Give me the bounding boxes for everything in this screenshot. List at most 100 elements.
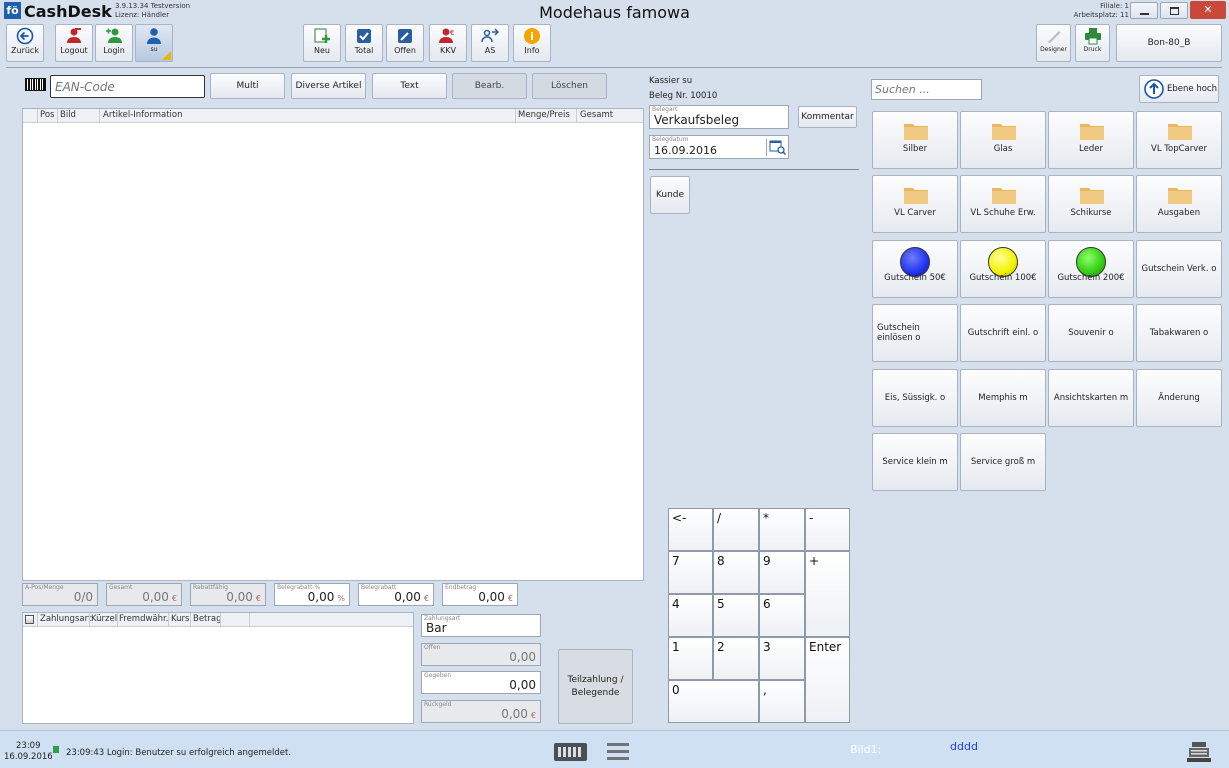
customer-button[interactable]: Kunde: [650, 176, 690, 214]
endbetrag-field[interactable]: Endbetrag 0,00 €: [442, 583, 518, 606]
numpad-8[interactable]: 8: [713, 551, 759, 594]
header-sep: [576, 109, 577, 122]
multi-button[interactable]: Multi: [210, 73, 285, 99]
edit-label: Bearb.: [474, 81, 505, 91]
print-button[interactable]: Druck: [1075, 24, 1110, 62]
keyboard-icon[interactable]: [554, 743, 587, 761]
catalog-search-input[interactable]: [871, 79, 982, 100]
as-button[interactable]: AS: [471, 24, 509, 62]
numpad-2[interactable]: 2: [713, 637, 759, 680]
numpad-backspace[interactable]: <-: [668, 508, 713, 551]
folder-icon: [1080, 186, 1104, 204]
info-button[interactable]: i Info: [513, 24, 551, 62]
kkv-button[interactable]: € KKV: [429, 24, 467, 62]
header-sep: [515, 109, 516, 122]
numpad-5[interactable]: 5: [713, 594, 759, 637]
minimize-button[interactable]: [1130, 2, 1158, 19]
tile-gutschein-einloesen[interactable]: Gutschein einlösen o: [872, 304, 958, 362]
tile-vl-schuhe[interactable]: VL Schuhe Erw.: [960, 175, 1046, 233]
rueckgeld-value-wrap: 0,00 €: [501, 707, 536, 721]
menu-icon[interactable]: [607, 743, 629, 761]
comment-button[interactable]: Kommentar: [798, 106, 857, 128]
numpad-7[interactable]: 7: [668, 551, 713, 594]
payment-table-icon: [25, 615, 34, 624]
login-button[interactable]: Login: [95, 24, 133, 62]
tile-service-klein[interactable]: Service klein m: [872, 433, 958, 491]
tile-service-gross[interactable]: Service groß m: [960, 433, 1046, 491]
partial-payment-button[interactable]: Teilzahlung / Belegende: [558, 649, 633, 724]
col-pos: Pos: [40, 110, 55, 120]
text-button[interactable]: Text: [372, 73, 447, 99]
bon-button[interactable]: Bon-80_B: [1116, 24, 1222, 62]
tile-gutschein-50[interactable]: Gutschein 50€: [872, 240, 958, 298]
logout-button[interactable]: Logout: [55, 24, 93, 62]
tile-gutschein-verk[interactable]: Gutschein Verk. o: [1136, 240, 1222, 298]
level-up-button[interactable]: Ebene hoch: [1139, 75, 1219, 103]
tile-vl-carver[interactable]: VL Carver: [872, 175, 958, 233]
tile-vl-topcarver[interactable]: VL TopCarver: [1136, 111, 1222, 169]
calendar-search-icon[interactable]: [766, 139, 787, 156]
zahlungsart-field[interactable]: Zahlungsart Bar: [421, 614, 541, 637]
tile-label: VL TopCarver: [1151, 144, 1207, 154]
tile-gutschein-200[interactable]: Gutschein 200€: [1048, 240, 1134, 298]
new-button[interactable]: Neu: [303, 24, 341, 62]
numpad-1[interactable]: 1: [668, 637, 713, 680]
delete-button[interactable]: Löschen: [532, 73, 607, 99]
tile-eis[interactable]: Eis, Süssigk. o: [872, 369, 958, 427]
col-article-info: Artikel-Information: [103, 110, 183, 120]
tile-tabakwaren[interactable]: Tabakwaren o: [1136, 304, 1222, 362]
numpad-6-label: 6: [763, 597, 771, 611]
rabattfaehig-currency: €: [255, 594, 261, 603]
offen-label: Offen: [424, 644, 441, 651]
numpad-9[interactable]: 9: [759, 551, 805, 594]
numpad-backspace-label: <-: [672, 511, 687, 525]
open-button[interactable]: Offen: [386, 24, 424, 62]
belegrabatt-field[interactable]: Belegrabatt 0,00 €: [358, 583, 434, 606]
level-up-label: Ebene hoch: [1167, 84, 1217, 94]
maximize-button[interactable]: [1160, 2, 1188, 19]
edit-button[interactable]: Bearb.: [452, 73, 527, 99]
diverse-articles-button[interactable]: Diverse Artikel: [291, 73, 366, 99]
header-sep: [89, 613, 90, 626]
tile-memphis[interactable]: Memphis m: [960, 369, 1046, 427]
tile-souvenir[interactable]: Souvenir o: [1048, 304, 1134, 362]
folder-icon: [904, 186, 928, 204]
tile-schikurse[interactable]: Schikurse: [1048, 175, 1134, 233]
close-button[interactable]: ✕: [1190, 1, 1226, 19]
tile-glas[interactable]: Glas: [960, 111, 1046, 169]
total-button[interactable]: Total: [345, 24, 383, 62]
tile-ausgaben[interactable]: Ausgaben: [1136, 175, 1222, 233]
items-table[interactable]: Pos Bild Artikel-Information Menge/Preis…: [22, 108, 644, 581]
payment-table[interactable]: Zahlungsart Kürzel Fremdwähr. Kurs Betra…: [22, 612, 414, 724]
numpad-3[interactable]: 3: [759, 637, 805, 680]
tile-aenderung[interactable]: Änderung: [1136, 369, 1222, 427]
numpad-enter[interactable]: Enter: [805, 637, 850, 723]
ean-input[interactable]: [50, 75, 205, 98]
receipt-date-field[interactable]: Belegdatum 16.09.2016: [649, 135, 789, 159]
numpad-minus[interactable]: -: [805, 508, 850, 551]
numpad-4[interactable]: 4: [668, 594, 713, 637]
designer-button[interactable]: Designer: [1036, 24, 1071, 62]
barcode-icon: [25, 78, 46, 91]
rabattfaehig-value-wrap: 0,00 €: [226, 590, 261, 604]
folder-icon: [992, 122, 1016, 140]
user-button[interactable]: su: [135, 24, 173, 62]
numpad-plus[interactable]: +: [805, 551, 850, 637]
numpad-comma[interactable]: ,: [759, 680, 805, 723]
belegrabatt-pct-field[interactable]: Belegrabatt-% 0,00%: [274, 583, 350, 606]
numpad-0[interactable]: 0: [668, 680, 759, 723]
tile-gutschrift[interactable]: Gutschrift einl. o: [960, 304, 1046, 362]
tile-gutschein-100[interactable]: Gutschein 100€: [960, 240, 1046, 298]
tile-silber[interactable]: Silber: [872, 111, 958, 169]
numpad-multiply[interactable]: *: [759, 508, 805, 551]
offen-field: Offen 0,00: [421, 643, 541, 666]
cash-register-icon[interactable]: [1187, 741, 1211, 763]
gegeben-field[interactable]: Gegeben 0,00: [421, 671, 541, 694]
tile-ansichtskarten[interactable]: Ansichtskarten m: [1048, 369, 1134, 427]
numpad-divide[interactable]: /: [713, 508, 759, 551]
receipt-type-field[interactable]: Belegart Verkaufsbeleg: [649, 105, 789, 129]
numpad-6[interactable]: 6: [759, 594, 805, 637]
back-button[interactable]: Zurück: [6, 24, 44, 62]
tile-leder[interactable]: Leder: [1048, 111, 1134, 169]
user-label: su: [150, 46, 158, 53]
